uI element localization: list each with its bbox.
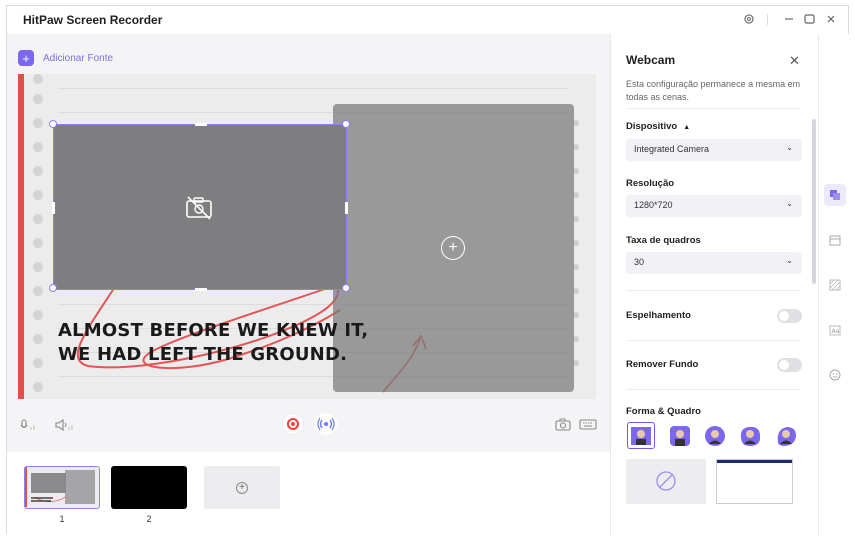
maximize-icon[interactable] <box>802 12 816 26</box>
caret-up-icon: ▲ <box>683 124 691 131</box>
scene-thumbnail-1[interactable] <box>24 466 100 509</box>
shape-blob-option[interactable] <box>737 423 762 448</box>
chevron-down-icon: ⌄ <box>786 256 793 265</box>
divider <box>626 389 801 390</box>
no-frame-option[interactable] <box>626 459 706 504</box>
square-avatar-icon <box>669 425 690 446</box>
add-source-button[interactable]: + Adicionar Fonte <box>18 50 113 66</box>
keyboard-icon[interactable] <box>579 419 597 430</box>
toggle-knob <box>779 360 789 370</box>
resize-handle[interactable] <box>49 284 57 292</box>
preview-canvas[interactable]: + ALMOST BEFORE WE KNEW IT, WE HAD LEFT … <box>18 74 596 399</box>
shape-circle-option[interactable] <box>702 423 727 448</box>
blob-avatar-icon <box>740 426 760 446</box>
add-scene-button[interactable]: + <box>204 466 280 509</box>
sticker-smile-icon[interactable] <box>824 364 846 386</box>
divider <box>626 108 801 109</box>
record-icon <box>287 418 299 430</box>
app-window: HitPaw Screen Recorder + Adicionar Fonte <box>6 5 850 535</box>
mirror-toggle[interactable] <box>777 309 802 323</box>
fps-select[interactable]: 30 ⌄ <box>626 252 802 274</box>
frame-style-option[interactable] <box>716 459 793 504</box>
add-source-label: Adicionar Fonte <box>43 52 114 64</box>
title-bar: HitPaw Screen Recorder <box>7 6 850 34</box>
canvas-headline: ALMOST BEFORE WE KNEW IT, WE HAD LEFT TH… <box>58 319 368 367</box>
frame-top-bar <box>717 460 792 463</box>
device-select-value: Integrated Camera <box>634 144 710 154</box>
chevron-down-icon: ⌄ <box>786 199 793 208</box>
resize-handle[interactable] <box>342 120 350 128</box>
live-stream-button[interactable] <box>315 413 337 435</box>
layers-icon[interactable] <box>824 184 846 206</box>
stage-area: + Adicionar Fonte + ALMOST BEFORE WE KNE… <box>7 34 610 535</box>
panel-title: Webcam <box>626 53 676 67</box>
resize-handle[interactable] <box>345 202 348 214</box>
add-scene-plus-icon: + <box>236 481 248 494</box>
scene-number-1: 1 <box>59 514 65 524</box>
resize-handle[interactable] <box>52 202 55 214</box>
resize-handle[interactable] <box>195 288 207 291</box>
background-pattern-icon[interactable] <box>824 274 846 296</box>
tool-rail: Aa <box>818 34 850 535</box>
device-select[interactable]: Integrated Camera ⌄ <box>626 139 802 161</box>
webcam-settings-panel: Webcam ✕ Esta configuração permanece a m… <box>610 34 818 535</box>
scene-number-2: 2 <box>146 514 152 524</box>
empty-source-slot[interactable]: + <box>333 104 574 392</box>
panel-description: Esta configuração permanece a mesma em t… <box>626 79 801 102</box>
device-label[interactable]: Dispositivo ▲ <box>626 121 690 132</box>
scene-thumbnail-2[interactable] <box>111 466 187 509</box>
device-label-text: Dispositivo <box>626 121 678 132</box>
resize-handle[interactable] <box>342 284 350 292</box>
resolution-select[interactable]: 1280*720 ⌄ <box>626 195 802 217</box>
rectangle-avatar-icon <box>631 426 651 445</box>
camera-off-icon <box>184 195 214 221</box>
microphone-icon[interactable] <box>19 419 37 431</box>
divider <box>626 290 801 291</box>
remove-background-label: Remover Fundo <box>626 359 699 370</box>
gear-icon[interactable] <box>742 12 756 26</box>
fps-select-value: 30 <box>634 257 645 267</box>
toggle-knob <box>779 311 789 321</box>
headline-line-1: ALMOST BEFORE WE KNEW IT, <box>58 320 369 341</box>
add-source-plus-icon[interactable]: + <box>441 236 465 260</box>
layout-icon[interactable] <box>824 229 846 251</box>
divider <box>626 340 801 341</box>
shape-leaf-option[interactable] <box>773 423 798 448</box>
circle-avatar-icon <box>704 425 725 446</box>
chevron-down-icon: ⌄ <box>786 143 793 152</box>
mirror-label: Espelhamento <box>626 310 691 321</box>
scenes-strip: 1 2 + <box>7 452 610 535</box>
speaker-icon[interactable] <box>55 419 75 431</box>
scene-thumbnail-preview <box>25 467 98 507</box>
plus-icon: + <box>18 50 34 66</box>
shape-frame-label: Forma & Quadro <box>626 406 701 417</box>
headline-line-2: WE HAD LEFT THE GROUND. <box>58 344 348 365</box>
app-title: HitPaw Screen Recorder <box>23 13 163 27</box>
resolution-label: Resolução <box>626 178 675 189</box>
shape-rectangle-option[interactable] <box>627 422 655 449</box>
leaf-avatar-icon <box>777 426 796 446</box>
title-divider <box>767 14 768 25</box>
svg-text:Aa: Aa <box>832 328 840 335</box>
broadcast-icon <box>317 417 335 431</box>
resize-handle[interactable] <box>49 120 57 128</box>
fps-label: Taxa de quadros <box>626 235 701 246</box>
recording-controls <box>7 399 610 449</box>
close-icon[interactable] <box>824 12 838 26</box>
minimize-icon[interactable] <box>782 12 796 26</box>
record-button[interactable] <box>282 413 304 435</box>
panel-close-icon[interactable]: ✕ <box>789 53 800 69</box>
screenshot-camera-icon[interactable] <box>555 418 571 431</box>
text-icon[interactable]: Aa <box>824 319 846 341</box>
resolution-select-value: 1280*720 <box>634 200 673 210</box>
resize-handle[interactable] <box>195 123 207 126</box>
none-icon <box>656 471 676 491</box>
shape-square-option[interactable] <box>667 423 692 448</box>
panel-scrollbar[interactable] <box>812 119 816 284</box>
webcam-source-box[interactable] <box>49 120 350 292</box>
remove-background-toggle[interactable] <box>777 358 802 372</box>
